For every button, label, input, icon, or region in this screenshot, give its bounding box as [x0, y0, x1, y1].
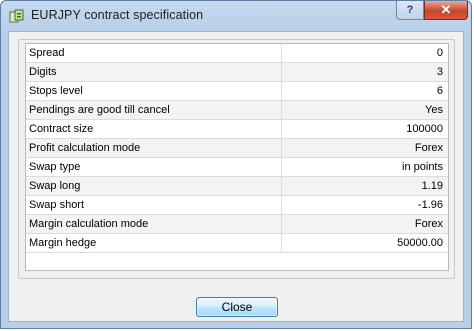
spec-value: 50000.00: [397, 237, 443, 249]
table-row[interactable]: Swap long 1.19: [26, 177, 448, 196]
spec-group: Spread 0 Digits 3 Stops level 6 Pendings…: [18, 39, 455, 279]
spec-value: 3: [436, 66, 443, 78]
spec-label: Profit calculation mode: [26, 139, 282, 157]
spec-value: Forex: [414, 142, 443, 154]
close-button[interactable]: Close: [196, 297, 278, 317]
table-row[interactable]: Digits 3: [26, 63, 448, 82]
spec-value: 0: [436, 47, 443, 59]
spec-label: Stops level: [26, 82, 282, 100]
spec-label: Pendings are good till cancel: [26, 101, 282, 119]
spec-label: Contract size: [26, 120, 282, 138]
spec-value: 6: [436, 85, 443, 97]
spec-label: Swap short: [26, 196, 282, 214]
table-row[interactable]: Contract size 100000: [26, 120, 448, 139]
spec-value: -1.96: [417, 199, 443, 211]
spec-value: Yes: [425, 104, 443, 116]
table-row[interactable]: Pendings are good till cancel Yes: [26, 101, 448, 120]
title-bar[interactable]: EURJPY contract specification ? ✕: [1, 1, 471, 31]
spec-value: Forex: [414, 218, 443, 230]
window-title: EURJPY contract specification: [31, 8, 204, 22]
dialog-window: EURJPY contract specification ? ✕ Spread…: [0, 0, 472, 329]
spec-label: Spread: [26, 44, 282, 62]
window-close-button[interactable]: ✕: [424, 1, 468, 20]
table-row[interactable]: Stops level 6: [26, 82, 448, 101]
table-row[interactable]: Swap short -1.96: [26, 196, 448, 215]
help-button[interactable]: ?: [396, 1, 424, 20]
spec-value: in points: [402, 161, 443, 173]
spec-label: Margin calculation mode: [26, 215, 282, 233]
spec-value: 100000: [406, 123, 443, 135]
spec-label: Swap type: [26, 158, 282, 176]
table-row[interactable]: Margin calculation mode Forex: [26, 215, 448, 234]
spec-label: Swap long: [26, 177, 282, 195]
table-row[interactable]: Spread 0: [26, 44, 448, 63]
table-row[interactable]: Margin hedge 50000.00: [26, 234, 448, 253]
table-row[interactable]: Swap type in points: [26, 158, 448, 177]
table-row[interactable]: Profit calculation mode Forex: [26, 139, 448, 158]
dialog-body: Spread 0 Digits 3 Stops level 6 Pendings…: [8, 31, 464, 322]
spec-table: Spread 0 Digits 3 Stops level 6 Pendings…: [25, 43, 449, 271]
spec-label: Digits: [26, 63, 282, 81]
spec-label: Margin hedge: [26, 234, 282, 252]
spec-value: 1.19: [421, 180, 443, 192]
app-icon: [9, 9, 24, 23]
